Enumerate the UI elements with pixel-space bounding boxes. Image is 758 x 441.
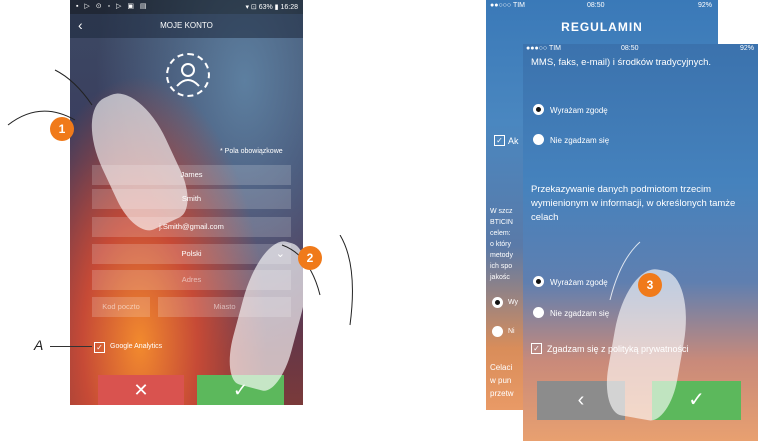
accept-checkbox[interactable]: ✓ [494,135,505,146]
nav-bar: ‹ MOJE KONTO [70,14,303,38]
google-analytics-checkbox[interactable]: ✓ [94,342,105,353]
radio-disagree-2[interactable] [533,307,544,318]
cancel-button[interactable]: ✕ [98,375,184,405]
step-badge-1: 1 [50,117,74,141]
google-analytics-label: Google Analytics [110,343,163,350]
radio-disagree-2-label: Nie zgadzam się [550,309,610,318]
radio-agree[interactable] [492,297,503,308]
battery-label: 92% [697,2,712,9]
partial-line: ich spo [490,263,513,270]
partial-line: przetw [490,389,514,398]
privacy-checkbox[interactable]: ✓ [531,343,542,354]
radio-label-partial: Wy [508,299,519,306]
hand-outline-illustration [281,235,353,326]
status-icons-left: ▪ ▷ ⊙ ▫ ▷ ▣ ▤ [76,3,149,10]
radio-agree-1[interactable] [533,104,544,115]
partial-line: BTICIN [490,219,513,226]
step-badge-3: 3 [638,273,662,297]
annotation-label-a: A [34,337,44,353]
postcode-field[interactable]: Kod poczto [92,297,150,317]
radio-disagree-1[interactable] [533,134,544,145]
partial-line: metody [490,252,513,259]
status-bar: ●●○○○ TIM 08:50 92% [486,0,718,14]
page-title: REGULAMIN [561,20,643,34]
partial-line: o który [490,241,512,248]
avatar-placeholder[interactable] [166,53,210,97]
section-text: Przekazywanie danych podmiotom trzecim w… [531,184,736,223]
partial-line: w pun [490,376,512,385]
status-bar: ●●●○○ TIM 08:50 92% [523,44,758,56]
battery-label: 92% [739,45,754,52]
radio-agree-2[interactable] [533,276,544,287]
language-value: Polski [181,249,202,258]
annotation-line [50,346,92,347]
radio-disagree[interactable] [492,326,503,337]
page-title: MOJE KONTO [160,21,213,30]
accept-label-partial: Ak [508,136,519,146]
partial-line: W szcz [490,208,513,215]
required-fields-note: * Pola obowiązkowe [220,148,283,155]
partial-line: jakośc [490,274,510,281]
partial-line: Celaci [490,363,513,372]
intro-text: MMS, faks, e-mail) i środków tradycyjnyc… [531,57,712,68]
carrier-label: ●●●○○ TIM [526,45,562,52]
step-badge-2: 2 [298,246,322,270]
radio-agree-1-label: Wyrażam zgodę [550,106,608,115]
status-time: 08:50 [621,45,639,52]
radio-disagree-1-label: Nie zgadzam się [550,136,610,145]
status-bar: ▪ ▷ ⊙ ▫ ▷ ▣ ▤ ▾ ⊡ 63% ▮ 16:28 [70,0,303,14]
status-icons-right: ▾ ⊡ 63% ▮ 16:28 [245,4,298,11]
carrier-label: ●●○○○ TIM [490,2,526,9]
status-time: 08:50 [587,2,605,9]
user-icon [176,63,200,87]
email-field[interactable]: j.Smith@gmail.com [92,217,291,237]
radio-label-partial: Ni [508,328,515,335]
partial-line: celem: [490,230,511,237]
